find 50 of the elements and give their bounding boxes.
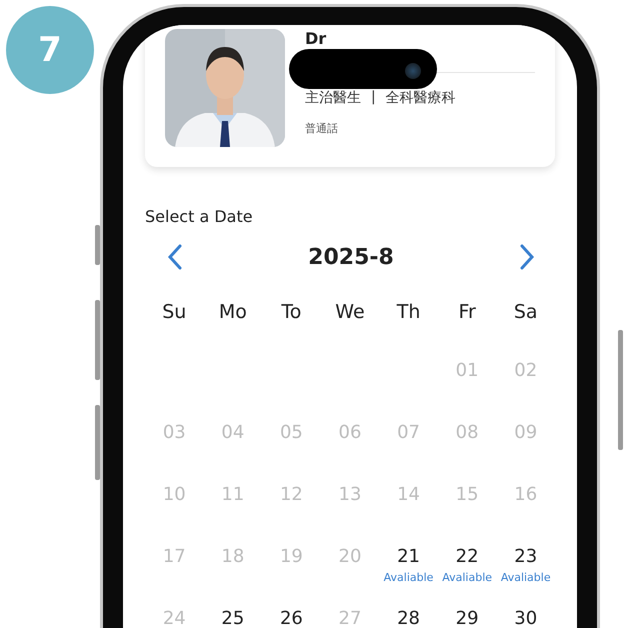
separator: | bbox=[371, 89, 376, 107]
weekday-label: Th bbox=[396, 301, 420, 323]
calendar-day[interactable]: 26 bbox=[280, 608, 303, 628]
availability-label: Avaliable bbox=[442, 571, 492, 584]
weekday-label: Su bbox=[162, 301, 186, 323]
calendar-day: 12 bbox=[280, 484, 303, 505]
calendar-day[interactable]: 21 bbox=[397, 546, 420, 567]
step-badge: 7 bbox=[6, 6, 94, 94]
calendar-day[interactable]: 23 bbox=[514, 546, 538, 567]
date-prompt: Select a Date bbox=[145, 207, 254, 226]
department: 全科醫療科 bbox=[386, 89, 456, 107]
availability-label: Avaliable bbox=[384, 571, 434, 584]
calendar-day: 15 bbox=[456, 484, 479, 505]
calendar-day: 18 bbox=[221, 546, 244, 567]
weekday-label: Sa bbox=[514, 301, 538, 323]
weekday-label: To bbox=[281, 301, 302, 323]
calendar-day: 10 bbox=[162, 484, 186, 505]
calendar-day[interactable]: 30 bbox=[514, 608, 538, 628]
doctor-language: 普通話 bbox=[305, 121, 339, 136]
calendar-day: 08 bbox=[456, 422, 479, 443]
next-month-icon[interactable] bbox=[518, 244, 535, 270]
calendar-day: 16 bbox=[514, 484, 538, 505]
month-title: 2025-8 bbox=[308, 244, 394, 270]
calendar-day: 19 bbox=[280, 546, 303, 567]
calendar-day: 02 bbox=[514, 360, 538, 381]
doctor-name: Dr bbox=[305, 29, 328, 48]
calendar-day: 27 bbox=[338, 608, 362, 628]
calendar-day: 01 bbox=[456, 360, 479, 381]
calendar-day: 07 bbox=[397, 422, 420, 443]
calendar-day: 09 bbox=[514, 422, 538, 443]
calendar-day[interactable]: 22 bbox=[456, 546, 479, 567]
calendar-day[interactable]: 28 bbox=[397, 608, 420, 628]
calendar-day: 04 bbox=[221, 422, 244, 443]
calendar-day: 20 bbox=[338, 546, 362, 567]
calendar-day: 11 bbox=[221, 484, 244, 505]
calendar-day: 13 bbox=[338, 484, 362, 505]
calendar-day[interactable]: 25 bbox=[221, 608, 244, 628]
calendar-day: 06 bbox=[338, 422, 362, 443]
weekday-label: We bbox=[335, 301, 365, 323]
calendar-day: 05 bbox=[280, 422, 303, 443]
calendar-day: 03 bbox=[162, 422, 186, 443]
calendar-day: 17 bbox=[162, 546, 186, 567]
doctor-title: 主治醫生 bbox=[305, 89, 361, 107]
calendar-day: 14 bbox=[397, 484, 420, 505]
weekday-label: Mo bbox=[218, 301, 247, 323]
weekday-label: Fr bbox=[458, 301, 476, 323]
calendar-day: 24 bbox=[162, 608, 186, 628]
availability-label: Avaliable bbox=[500, 571, 551, 584]
calendar-day[interactable]: 29 bbox=[456, 608, 479, 628]
previous-month-icon[interactable] bbox=[167, 244, 183, 270]
